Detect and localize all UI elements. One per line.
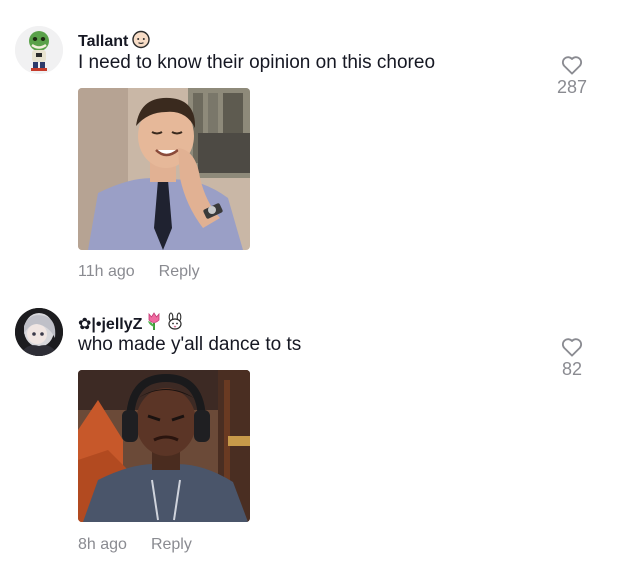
avatar[interactable] bbox=[15, 26, 63, 74]
like-count: 82 bbox=[561, 359, 583, 379]
green-mask-character-icon bbox=[15, 26, 63, 74]
heart-icon[interactable] bbox=[561, 337, 583, 357]
tulip-emoji-icon bbox=[145, 311, 163, 336]
comment-text: who made y'all dance to ts bbox=[78, 334, 302, 355]
comment-text: I need to know their opinion on this cho… bbox=[78, 52, 436, 73]
reply-button[interactable]: Reply bbox=[159, 263, 200, 281]
like-button[interactable]: 287 bbox=[552, 55, 592, 98]
man-with-headphones-image bbox=[78, 370, 250, 522]
comment-gif[interactable] bbox=[78, 370, 250, 522]
comment-meta: 8h ago Reply bbox=[78, 536, 192, 554]
comment-meta: 11h ago Reply bbox=[78, 263, 200, 281]
username-text[interactable]: ✿|•jellyZ bbox=[78, 314, 142, 334]
bald-face-emoji-icon bbox=[131, 29, 151, 54]
timestamp: 11h ago bbox=[78, 263, 135, 280]
like-count: 287 bbox=[556, 77, 588, 97]
man-laughing-image bbox=[78, 88, 250, 250]
anime-girl-avatar-icon bbox=[15, 308, 63, 356]
username[interactable]: Tallant bbox=[78, 29, 151, 54]
comment-gif[interactable] bbox=[78, 88, 250, 250]
avatar[interactable] bbox=[15, 308, 63, 356]
heart-icon[interactable] bbox=[561, 55, 583, 75]
username-text[interactable]: Tallant bbox=[78, 33, 128, 51]
bunny-emoji-icon bbox=[166, 311, 184, 336]
reply-button[interactable]: Reply bbox=[151, 536, 192, 554]
like-button[interactable]: 82 bbox=[552, 337, 592, 380]
username[interactable]: ✿|•jellyZ bbox=[78, 311, 184, 336]
timestamp: 8h ago bbox=[78, 536, 127, 553]
